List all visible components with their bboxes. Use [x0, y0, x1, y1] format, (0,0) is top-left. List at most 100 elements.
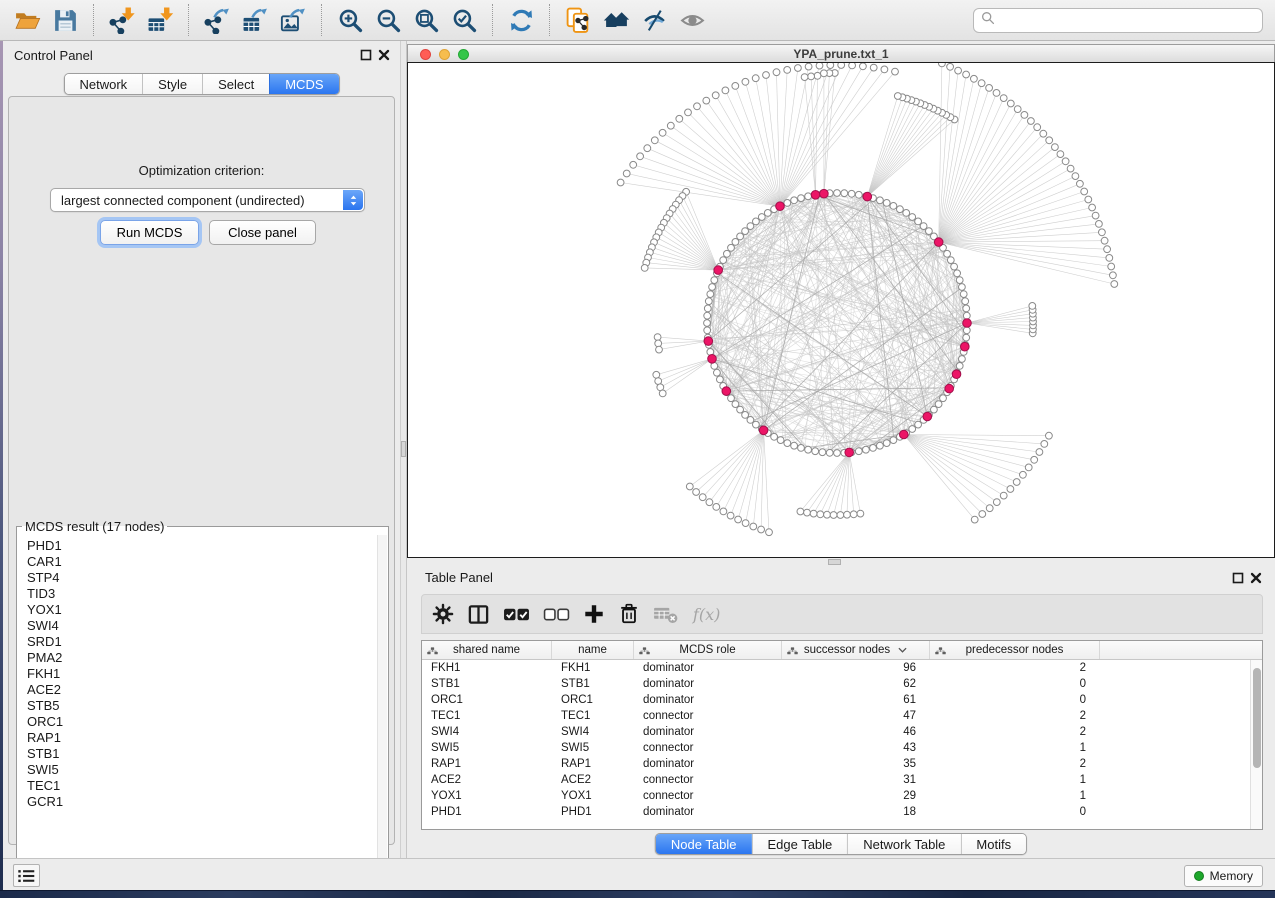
network-node[interactable] — [771, 433, 778, 440]
table-row[interactable]: FKH1FKH1dominator962 — [422, 660, 1250, 676]
network-leaf-node[interactable] — [703, 97, 710, 104]
network-node[interactable] — [940, 395, 947, 402]
mcds-dominator-node[interactable] — [704, 337, 713, 346]
network-node[interactable] — [753, 421, 760, 428]
table-row[interactable]: ORC1ORC1dominator610 — [422, 692, 1250, 708]
column-header-name[interactable]: name — [552, 641, 634, 659]
column-header-successor-nodes[interactable]: successor nodes — [782, 641, 930, 659]
table-scrollbar[interactable] — [1250, 660, 1262, 829]
network-node[interactable] — [877, 197, 884, 204]
select-all-icon[interactable] — [503, 599, 530, 629]
network-node[interactable] — [897, 206, 904, 213]
network-node[interactable] — [954, 270, 961, 277]
refresh-icon[interactable] — [502, 3, 540, 37]
network-leaf-node[interactable] — [735, 516, 742, 523]
network-node[interactable] — [834, 190, 841, 197]
network-leaf-node[interactable] — [849, 63, 856, 69]
network-node[interactable] — [742, 412, 749, 419]
network-node[interactable] — [742, 228, 749, 235]
network-leaf-node[interactable] — [685, 109, 692, 116]
network-leaf-node[interactable] — [1096, 221, 1103, 228]
mcds-result-item[interactable]: TID3 — [27, 586, 376, 602]
network-leaf-node[interactable] — [1099, 229, 1106, 236]
network-node[interactable] — [705, 298, 712, 305]
mcds-result-list[interactable]: PHD1CAR1STP4TID3YOX1SWI4SRD1PMA2FKH1ACE2… — [19, 536, 376, 887]
network-leaf-node[interactable] — [654, 334, 661, 341]
network-leaf-node[interactable] — [784, 67, 791, 74]
mcds-result-item[interactable]: ORC1 — [27, 714, 376, 730]
mcds-dominator-node[interactable] — [776, 202, 785, 211]
network-leaf-node[interactable] — [939, 63, 946, 67]
network-leaf-node[interactable] — [860, 63, 867, 70]
network-leaf-node[interactable] — [993, 499, 1000, 506]
network-node[interactable] — [704, 320, 711, 327]
network-leaf-node[interactable] — [750, 523, 757, 530]
network-leaf-node[interactable] — [720, 508, 727, 515]
network-node[interactable] — [951, 263, 958, 270]
network-leaf-node[interactable] — [1036, 449, 1043, 456]
network-leaf-node[interactable] — [712, 92, 719, 99]
network-node[interactable] — [883, 200, 890, 207]
mcds-dominator-node[interactable] — [952, 370, 961, 379]
network-node[interactable] — [704, 312, 711, 319]
network-node[interactable] — [717, 376, 724, 383]
network-leaf-node[interactable] — [1067, 165, 1074, 172]
network-node[interactable] — [935, 401, 942, 408]
network-node[interactable] — [704, 327, 711, 334]
network-node[interactable] — [819, 449, 826, 456]
network-node[interactable] — [812, 448, 819, 455]
network-leaf-node[interactable] — [722, 87, 729, 94]
network-leaf-node[interactable] — [1085, 196, 1092, 203]
network-leaf-node[interactable] — [667, 122, 674, 129]
zoom-fit-icon[interactable] — [407, 3, 445, 37]
network-leaf-node[interactable] — [644, 145, 651, 152]
network-node[interactable] — [732, 239, 739, 246]
column-header-MCDS-role[interactable]: MCDS role — [634, 641, 782, 659]
network-leaf-node[interactable] — [1013, 479, 1020, 486]
network-node[interactable] — [947, 257, 954, 264]
network-leaf-node[interactable] — [758, 526, 765, 533]
mcds-result-item[interactable]: YOX1 — [27, 602, 376, 618]
export-table-icon[interactable] — [236, 3, 274, 37]
network-node[interactable] — [956, 277, 963, 284]
network-leaf-node[interactable] — [630, 161, 637, 168]
network-leaf-node[interactable] — [1020, 471, 1027, 478]
deselect-all-icon[interactable] — [543, 599, 570, 629]
network-leaf-node[interactable] — [1062, 158, 1069, 165]
mcds-dominator-node[interactable] — [820, 189, 829, 198]
network-leaf-node[interactable] — [742, 78, 749, 85]
delete-icon[interactable] — [618, 599, 640, 629]
network-leaf-node[interactable] — [1052, 144, 1059, 151]
network-node[interactable] — [784, 200, 791, 207]
network-leaf-node[interactable] — [763, 72, 770, 79]
mcds-dominator-node[interactable] — [900, 430, 909, 439]
network-node[interactable] — [883, 440, 890, 447]
mcds-dominator-node[interactable] — [845, 448, 854, 457]
table-row[interactable]: ACE2ACE2connector311 — [422, 772, 1250, 788]
network-node[interactable] — [834, 450, 841, 457]
network-leaf-node[interactable] — [1014, 106, 1021, 113]
network-leaf-node[interactable] — [821, 70, 828, 77]
network-leaf-node[interactable] — [955, 67, 962, 74]
network-node[interactable] — [764, 210, 771, 217]
split-columns-icon[interactable] — [467, 599, 490, 629]
network-node[interactable] — [848, 190, 855, 197]
network-node[interactable] — [877, 442, 884, 449]
mcds-result-item[interactable]: SWI5 — [27, 762, 376, 778]
network-leaf-node[interactable] — [659, 390, 666, 397]
mcds-result-item[interactable]: STB1 — [27, 746, 376, 762]
network-leaf-node[interactable] — [817, 511, 824, 518]
network-leaf-node[interactable] — [827, 63, 834, 69]
network-node[interactable] — [805, 193, 812, 200]
float-table-panel-icon[interactable] — [1231, 571, 1244, 584]
table-row[interactable]: RAP1RAP1dominator352 — [422, 756, 1250, 772]
network-node[interactable] — [737, 406, 744, 413]
network-leaf-node[interactable] — [1108, 263, 1115, 270]
network-leaf-node[interactable] — [993, 90, 1000, 97]
network-node[interactable] — [758, 214, 765, 221]
mcds-dominator-node[interactable] — [714, 266, 723, 275]
criterion-dropdown[interactable]: largest connected component (undirected) — [50, 188, 365, 212]
task-history-button[interactable] — [13, 864, 40, 887]
add-icon[interactable] — [583, 599, 605, 629]
mcds-result-scrollbar[interactable] — [377, 535, 387, 888]
